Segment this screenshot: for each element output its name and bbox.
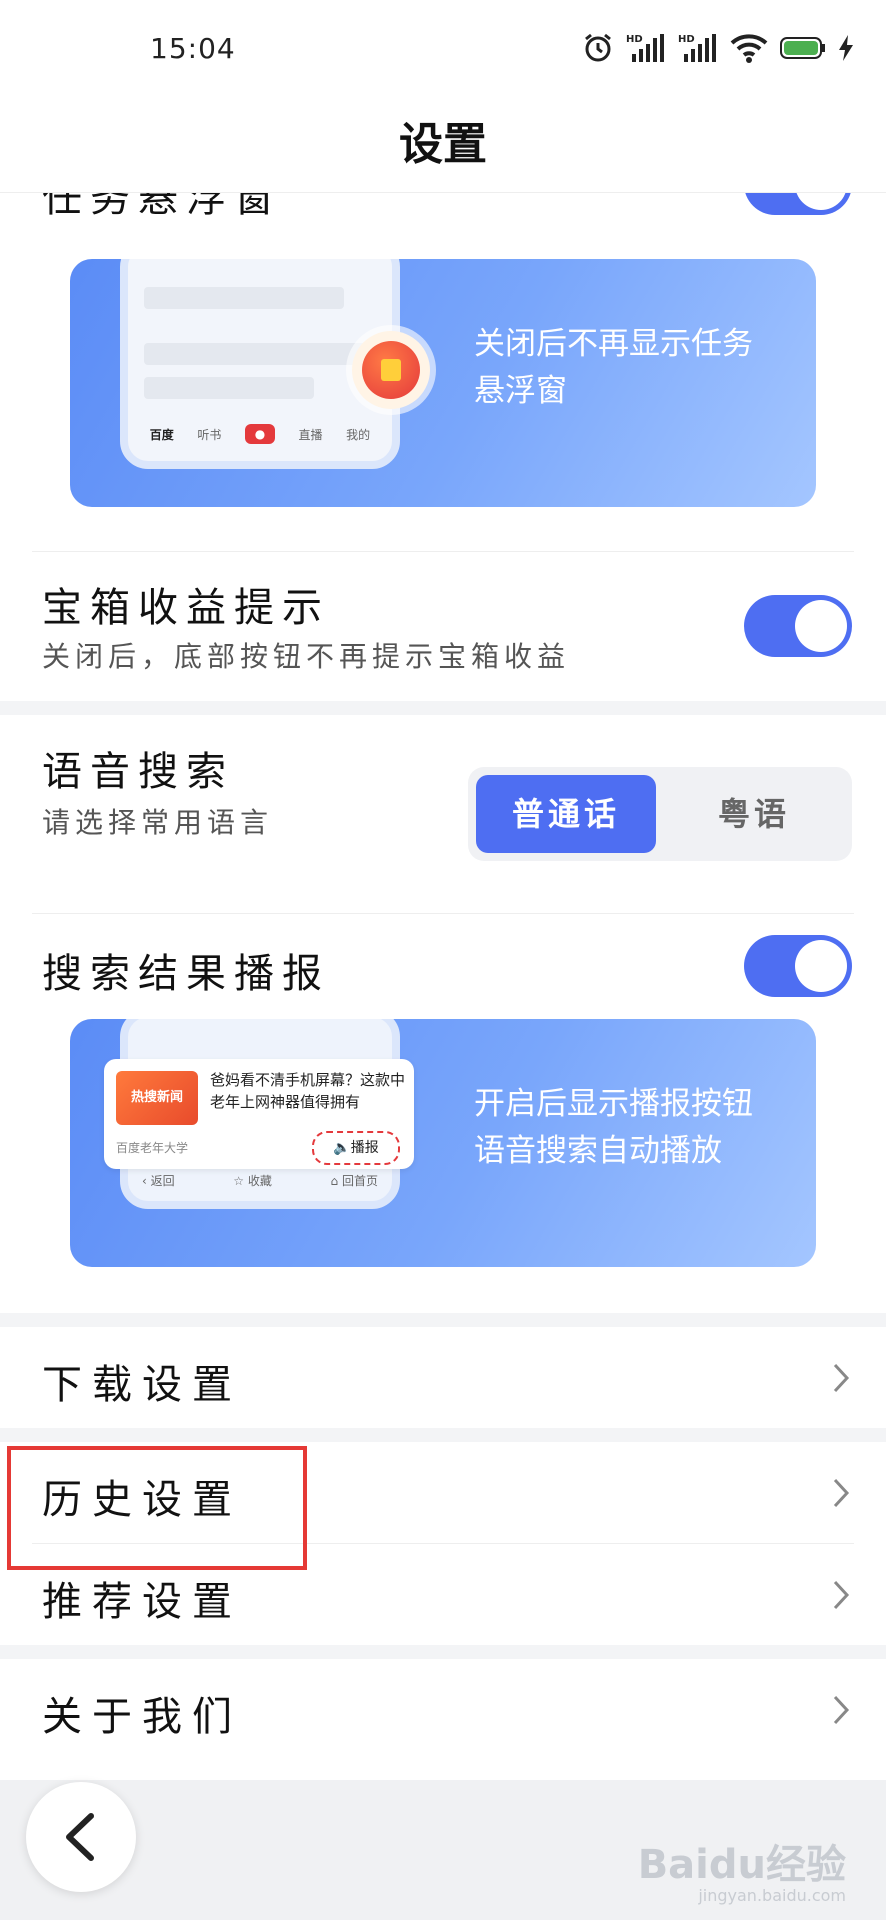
language-selector[interactable]: 普通话 粤语 — [468, 767, 852, 861]
menu-label: 下载设置 — [42, 1362, 242, 1408]
toggle-knob — [795, 940, 847, 992]
page-header: 设置 — [0, 100, 886, 193]
news-source: 百度老年大学 — [116, 1141, 189, 1155]
language-option-cantonese[interactable]: 粤语 — [664, 775, 844, 853]
treasure-title: 宝箱收益提示 — [42, 585, 330, 631]
broadcast-banner-text: 开启后显示播报按钮 语音搜索自动播放 — [474, 1081, 753, 1175]
chevron-left-icon — [66, 1813, 94, 1861]
back-button[interactable] — [26, 1782, 136, 1892]
divider — [32, 551, 854, 552]
news-thumbnail: 热搜新闻 — [116, 1071, 198, 1125]
treasure-subtitle: 关闭后，底部按钮不再提示宝箱收益 — [42, 640, 571, 673]
status-bar: 15:04 HD HD — [0, 0, 886, 100]
placeholder-bar — [144, 287, 344, 309]
placeholder-bar — [144, 343, 374, 365]
section-gap — [0, 1645, 886, 1659]
banner-line: 语音搜索自动播放 — [474, 1133, 722, 1169]
news-title: 爸妈看不清手机屏幕？这款中老年上网神器值得拥有 — [210, 1071, 406, 1111]
floating-task-title: 任务悬浮窗 — [42, 193, 282, 221]
signal-hd-icon: HD — [626, 34, 664, 62]
status-time: 15:04 — [150, 32, 236, 65]
phone-tab: 我的 — [346, 427, 371, 442]
red-packet-icon — [352, 331, 430, 409]
menu-label: 推荐设置 — [42, 1579, 242, 1625]
charging-icon — [839, 35, 853, 61]
chevron-right-icon — [833, 1478, 850, 1508]
broadcast-toggle[interactable] — [744, 935, 852, 997]
phone-tab: 直播 — [298, 427, 323, 442]
chevron-right-icon — [833, 1363, 850, 1393]
broadcast-title: 搜索结果播报 — [42, 951, 330, 997]
phone-tab: 百度 — [149, 427, 174, 442]
treasure-toggle[interactable] — [744, 595, 852, 657]
baidu-jingyan-watermark: Baidu经验 jingyan.baidu.com — [637, 1832, 846, 1905]
floating-task-banner-text: 关闭后不再显示任务 悬浮窗 — [474, 321, 753, 415]
svg-text:HD: HD — [626, 34, 643, 45]
mic-icon: ● — [244, 424, 275, 444]
banner-line: 关闭后不再显示任务 — [474, 326, 753, 362]
menu-download-settings[interactable]: 下载设置 — [0, 1328, 886, 1428]
svg-text:HD: HD — [678, 34, 695, 45]
page-title: 设置 — [399, 119, 487, 170]
voice-search-title: 语音搜索 — [42, 749, 234, 795]
section-gap — [0, 1428, 886, 1442]
banner-line: 开启后显示播报按钮 — [474, 1086, 753, 1122]
favorite-tab: ☆ 收藏 — [233, 1174, 272, 1188]
news-card: 热搜新闻 爸妈看不清手机屏幕？这款中老年上网神器值得拥有 百度老年大学 🔈播报 — [104, 1059, 414, 1169]
chevron-right-icon — [833, 1580, 850, 1610]
highlight-box — [7, 1446, 307, 1570]
language-option-mandarin[interactable]: 普通话 — [476, 775, 656, 853]
home-tab: ⌂ 回首页 — [330, 1174, 378, 1188]
watermark-sub: jingyan.baidu.com — [698, 1886, 846, 1905]
signal-hd-icon: HD — [678, 34, 716, 62]
watermark-main: Baidu经验 — [637, 1842, 846, 1888]
battery-icon — [780, 37, 825, 59]
section-gap — [0, 1313, 886, 1327]
menu-label: 关于我们 — [42, 1694, 242, 1740]
alarm-icon — [585, 33, 611, 62]
broadcast-banner: ‹ 返回 ☆ 收藏 ⌂ 回首页 热搜新闻 爸妈看不清手机屏幕？这款中老年上网神器… — [70, 1019, 816, 1267]
chevron-right-icon — [833, 1695, 850, 1725]
banner-line: 悬浮窗 — [474, 373, 567, 409]
broadcast-button: 🔈播报 — [312, 1131, 400, 1165]
toggle-knob — [795, 193, 847, 210]
divider — [32, 913, 854, 914]
speaker-icon: 🔈 — [333, 1140, 351, 1156]
menu-about-us[interactable]: 关于我们 — [0, 1660, 886, 1760]
floating-task-banner: 百度 听书 ● 直播 我的 关闭后不再显示任务 悬浮窗 — [70, 259, 816, 507]
wifi-icon — [730, 34, 768, 63]
status-icons: HD HD — [582, 28, 854, 68]
phone-tab: 听书 — [197, 427, 222, 442]
voice-search-subtitle: 请选择常用语言 — [42, 806, 274, 839]
phone-tab-bar: 百度 听书 ● 直播 我的 — [138, 417, 382, 451]
placeholder-bar — [144, 377, 314, 399]
phone-tab-bar: ‹ 返回 ☆ 收藏 ⌂ 回首页 — [142, 1172, 378, 1189]
toggle-knob — [795, 600, 847, 652]
section-gap — [0, 701, 886, 715]
back-tab: ‹ 返回 — [142, 1174, 175, 1188]
floating-task-toggle[interactable] — [744, 193, 852, 215]
